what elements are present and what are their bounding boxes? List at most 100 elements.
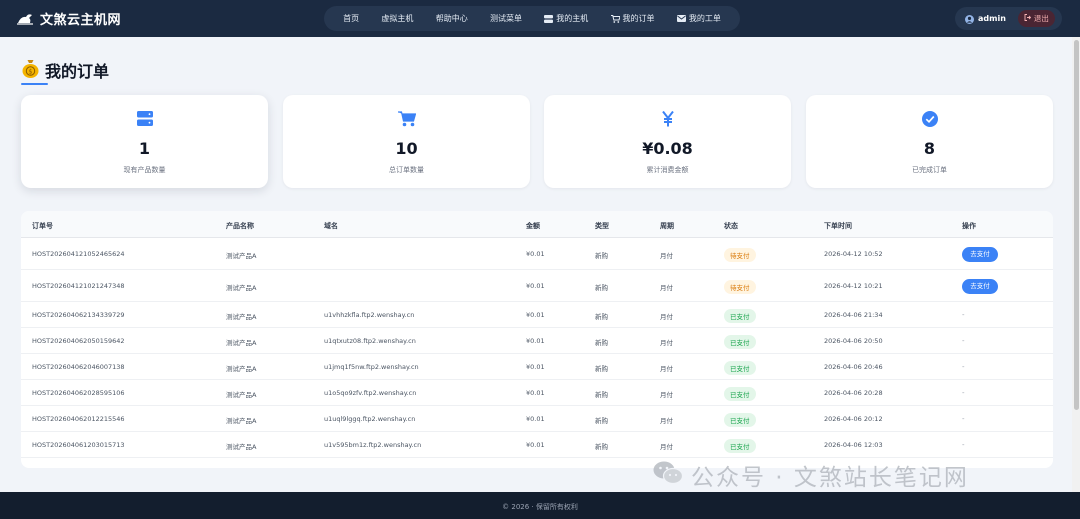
stat-card-products: 1 现有产品数量	[21, 95, 268, 188]
col-header-status: 状态	[724, 222, 738, 230]
cell-type: 新购	[595, 391, 608, 399]
orders-table: 订单号 产品名称 域名 金额 类型 周期 状态 下单时间 操作 HOST2026…	[21, 211, 1053, 468]
stat-card-completed: 8 已完成订单	[806, 95, 1053, 188]
no-action: -	[962, 337, 965, 345]
table-row: HOST20260406201221554​6 测试产品A u1uql9lggq.f…	[21, 406, 1053, 432]
top-navbar: 文煞云主机网 首页 虚拟主机 帮助中心 测试菜单 我的主机 我的订单 我的工单 …	[0, 0, 1080, 37]
cell-order-time: 2026-04-12 10:21	[824, 282, 883, 290]
cell-type: 新购	[595, 417, 608, 425]
svg-text:$: $	[28, 67, 32, 75]
cell-cycle: 月付	[660, 417, 673, 425]
cell-product: 测试产品A	[226, 417, 257, 425]
stat-label: 总订单数量	[389, 166, 424, 174]
table-row: HOST20260406205015964​2 测试产品A u1qtxutz08.f…	[21, 328, 1053, 354]
stat-card-spend: ¥0.08 累计消费金额	[544, 95, 791, 188]
cell-domain: u1vhhzkfla.ftp2.wenshay.cn	[324, 311, 415, 319]
nav-item-virtual-host[interactable]: 虚拟主机	[381, 13, 413, 24]
server-icon	[544, 14, 554, 23]
logout-button[interactable]: 退出	[1017, 10, 1055, 27]
nav-item-help[interactable]: 帮助中心	[436, 13, 468, 24]
nav-label: 我的工单	[688, 14, 721, 23]
cell-amount: ¥0.01	[526, 337, 545, 345]
cell-type: 新购	[595, 313, 608, 321]
cell-cycle: 月付	[660, 391, 673, 399]
stat-label: 已完成订单	[912, 166, 947, 174]
brand-name: 文煞云主机网	[40, 13, 122, 28]
cell-amount: ¥0.01	[526, 363, 545, 371]
col-header-amount: 金额	[526, 222, 540, 230]
no-action: -	[962, 441, 965, 449]
table-row: HOST20260406202859510​6 测试产品A u1o5qo9zfv.f…	[21, 380, 1053, 406]
scrollbar-thumb[interactable]	[1074, 40, 1079, 410]
cell-order-id: HOST20260406202859510​6	[32, 389, 125, 397]
watermark: 公众号 · 文煞站长笔记网	[653, 458, 969, 492]
cell-order-id: HOST20260412105246562​4	[32, 250, 125, 258]
nav-label: 帮助中心	[435, 14, 468, 23]
page-title-text: 我的订单	[45, 62, 110, 81]
cell-order-time: 2026-04-06 12:03	[824, 441, 883, 449]
cell-order-id: HOST20260406205015964​2	[32, 337, 125, 345]
user-menu[interactable]: admin 退出	[955, 7, 1062, 30]
cell-order-time: 2026-04-06 20:50	[824, 337, 883, 345]
cell-type: 新购	[595, 339, 608, 347]
cell-domain: u1qtxutz08.ftp2.wenshay.cn	[324, 337, 416, 345]
cell-order-time: 2026-04-06 21:34	[824, 311, 883, 319]
cell-order-time: 2026-04-12 10:52	[824, 250, 883, 258]
pay-button[interactable]: 去支付	[962, 246, 998, 262]
no-action: -	[962, 389, 965, 397]
cell-product: 测试产品A	[226, 443, 257, 451]
nav-item-home[interactable]: 首页	[343, 13, 359, 24]
footer: © 2026 · 保留所有权利	[0, 492, 1080, 519]
cell-domain: u1jmq1f5nw.ftp2.wenshay.cn	[324, 363, 419, 371]
pay-button[interactable]: 去支付	[962, 278, 998, 294]
cell-order-id: HOST20260406213433972​9	[32, 311, 125, 319]
nav-label: 测试菜单	[489, 14, 522, 23]
no-action: -	[962, 363, 965, 371]
server-icon	[21, 111, 268, 126]
nav-item-my-tickets[interactable]: 我的工单	[676, 13, 721, 24]
cell-product: 测试产品A	[226, 284, 257, 292]
watermark-text: 公众号 · 文煞站长笔记网	[691, 465, 969, 491]
check-circle-icon	[806, 111, 1053, 127]
yen-icon	[544, 111, 791, 127]
nav-label: 首页	[343, 14, 360, 23]
col-header-cycle: 周期	[660, 222, 674, 230]
status-badge: 已支付	[724, 387, 756, 401]
cell-amount: ¥0.01	[526, 415, 545, 423]
status-badge: 已支付	[724, 309, 756, 323]
cell-type: 新购	[595, 443, 608, 451]
cloud-plane-icon	[16, 12, 34, 26]
cell-product: 测试产品A	[226, 252, 257, 260]
cell-product: 测试产品A	[226, 391, 257, 399]
nav-item-test-menu[interactable]: 测试菜单	[490, 13, 522, 24]
cell-cycle: 月付	[660, 284, 673, 292]
cell-cycle: 月付	[660, 252, 673, 260]
col-header-order-id: 订单号	[32, 222, 53, 230]
status-badge: 已支付	[724, 335, 756, 349]
nav-item-my-hosts[interactable]: 我的主机	[544, 13, 588, 24]
cell-order-id: HOST20260406204600713​8	[32, 363, 125, 371]
table-header: 订单号 产品名称 域名 金额 类型 周期 状态 下单时间 操作	[21, 211, 1053, 238]
cell-order-time: 2026-04-06 20:12	[824, 415, 883, 423]
status-badge: 已支付	[724, 439, 756, 453]
table-row: HOST20260406120301571​3 测试产品A u1v595bm1z.f…	[21, 432, 1053, 458]
no-action: -	[962, 415, 965, 423]
cell-cycle: 月付	[660, 443, 673, 451]
nav-label: 虚拟主机	[381, 14, 414, 23]
nav-item-my-orders[interactable]: 我的订单	[610, 13, 655, 24]
status-badge: 已支付	[724, 361, 756, 375]
cell-domain: u1o5qo9zfv.ftp2.wenshay.cn	[324, 389, 417, 397]
cell-type: 新购	[595, 284, 608, 292]
stat-value: ¥0.08	[642, 139, 693, 158]
brand[interactable]: 文煞云主机网	[16, 9, 121, 28]
title-underline	[21, 83, 48, 85]
status-badge: 待支付	[724, 248, 756, 262]
cart-icon	[283, 111, 530, 127]
col-header-time: 下单时间	[824, 222, 852, 230]
logout-label: 退出	[1033, 14, 1049, 23]
nav-label: 我的主机	[556, 14, 589, 23]
stat-label: 累计消费金额	[646, 166, 689, 174]
cell-order-id: HOST20260406201221554​6	[32, 415, 125, 423]
cell-amount: ¥0.01	[526, 389, 545, 397]
user-icon	[965, 9, 974, 28]
